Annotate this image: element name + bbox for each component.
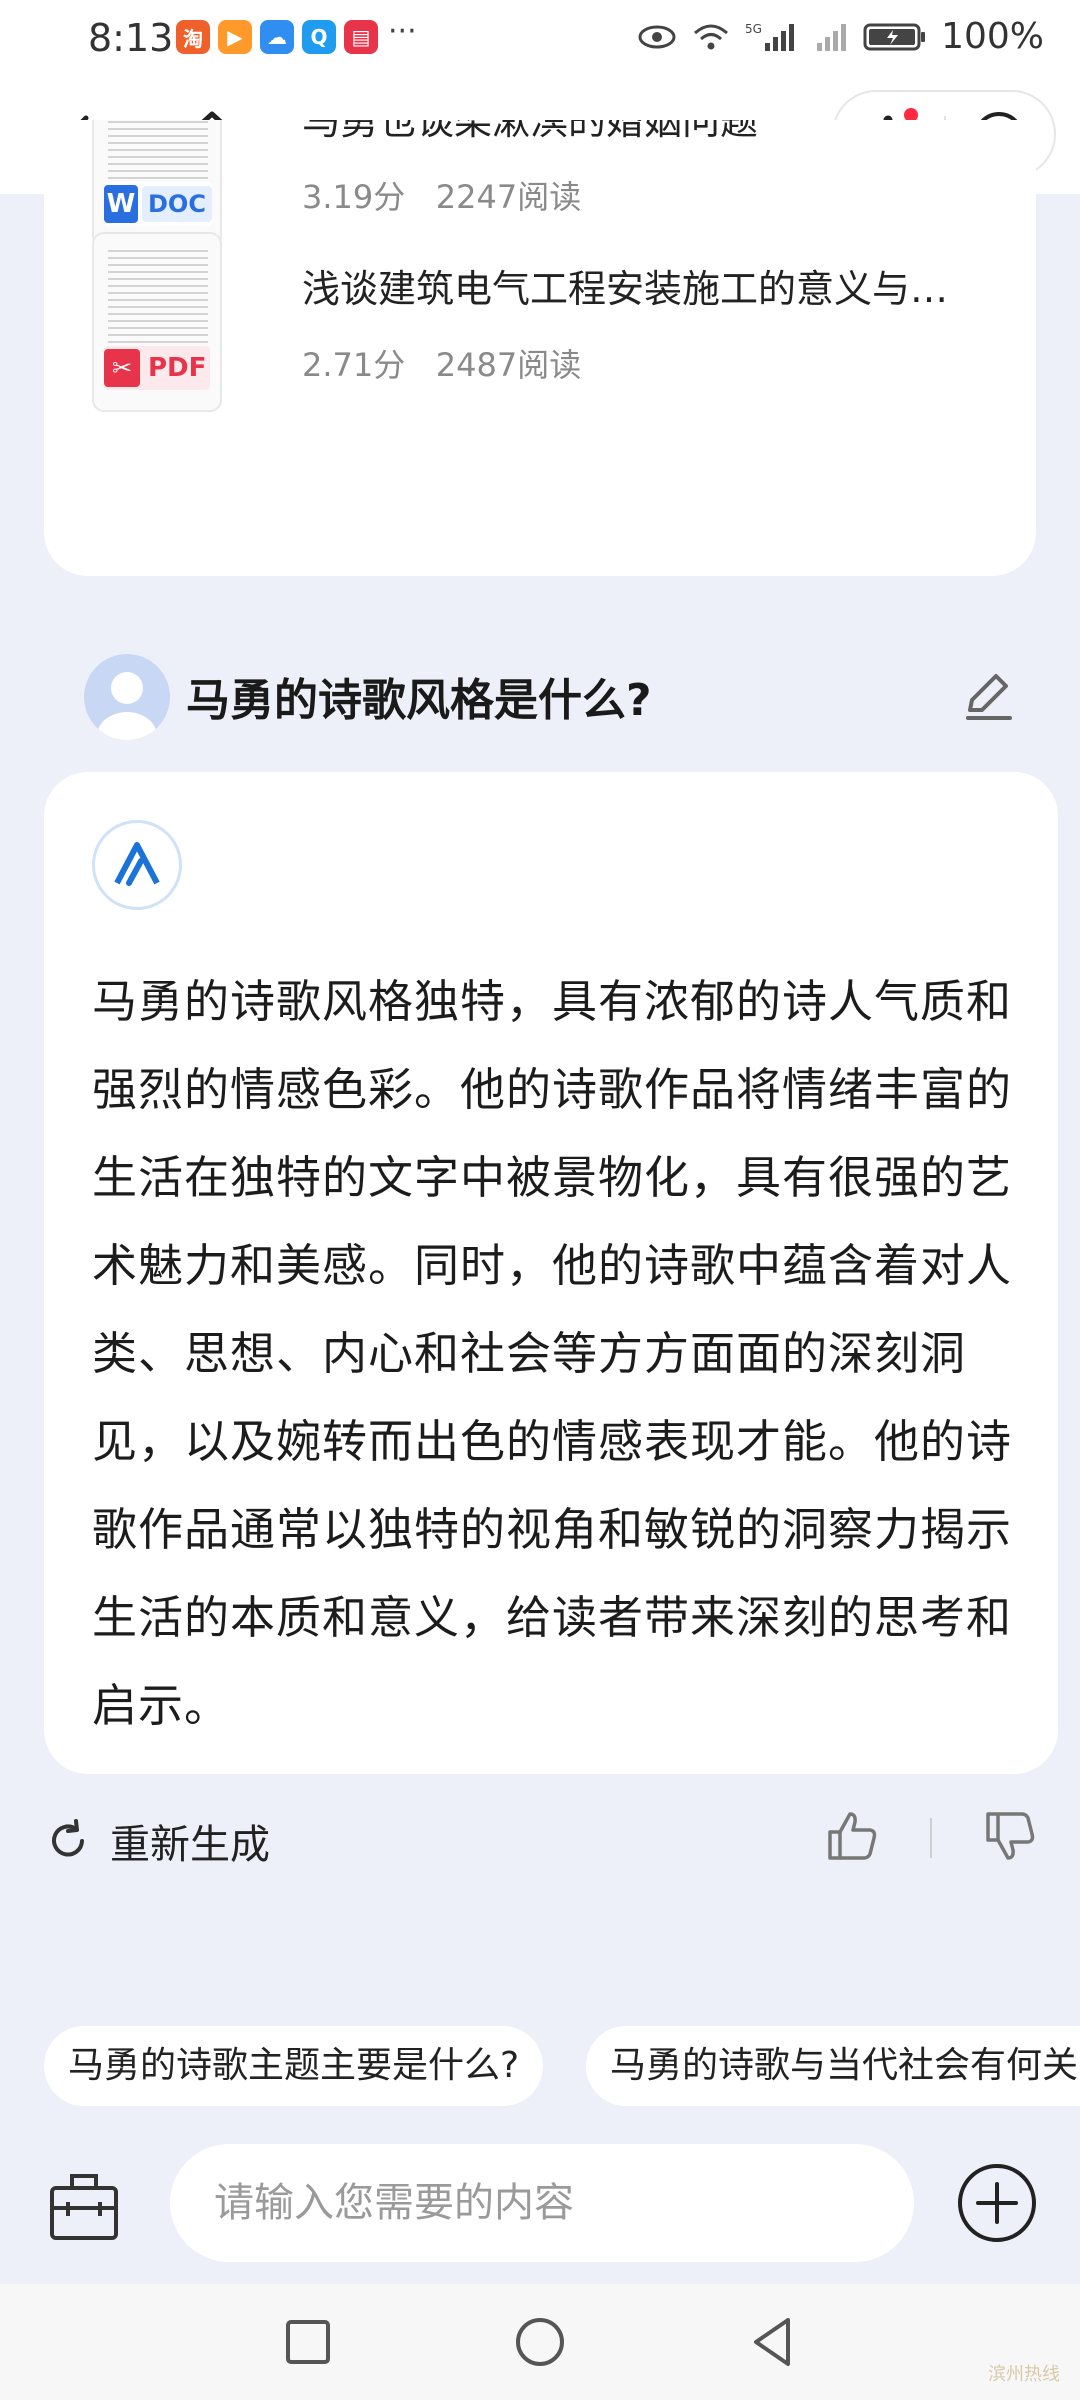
notification-icons: 淘 ▶ ☁ Q ▤ xyxy=(176,20,378,54)
status-time: 8:13 xyxy=(88,16,174,60)
document-score: 3.19分 xyxy=(302,178,406,216)
assistant-logo-icon xyxy=(114,842,160,886)
search-app-icon: Q xyxy=(302,20,336,54)
recent-apps-icon[interactable] xyxy=(280,2314,336,2370)
document-thumbnail: W DOC xyxy=(92,120,222,248)
document-score: 2.71分 xyxy=(302,346,406,384)
regenerate-button[interactable]: 重新生成 xyxy=(46,1812,270,1870)
battery-percentage: 100% xyxy=(941,16,1044,57)
video-app-icon: ▶ xyxy=(218,20,252,54)
edit-question-icon[interactable] xyxy=(958,666,1018,726)
document-meta: 3.19分 2247阅读 xyxy=(302,172,581,218)
weather-app-icon: ☁ xyxy=(260,20,294,54)
regenerate-label: 重新生成 xyxy=(110,1822,270,1868)
thumbs-down-icon[interactable] xyxy=(982,1808,1038,1864)
system-navigation-bar: 滨州热线 xyxy=(0,2284,1080,2400)
user-avatar-icon xyxy=(97,672,157,740)
watermark: 滨州热线 xyxy=(988,2364,1060,2385)
reader-app-icon: ▤ xyxy=(344,20,378,54)
answer-card: 马勇的诗歌风格独特，具有浓郁的诗人气质和强烈的情感色彩。他的诗歌作品将情绪丰富的… xyxy=(44,772,1058,1774)
toolbox-icon[interactable] xyxy=(46,2168,122,2244)
document-thumbnail: ✂ PDF xyxy=(92,232,222,412)
message-input-container xyxy=(170,2144,914,2262)
suggestion-chip[interactable]: 马勇的诗歌主题主要是什么? xyxy=(44,2026,544,2106)
document-reads: 2487阅读 xyxy=(435,346,582,384)
status-bar: 8:13 淘 ▶ ☁ Q ▤ ··· 5G 100% xyxy=(0,0,1080,84)
document-meta: 2.71分 2487阅读 xyxy=(302,340,581,386)
pdf-icon: ✂ PDF xyxy=(104,346,211,390)
signal-no-sim-icon xyxy=(817,23,847,51)
document-title[interactable]: 浅谈建筑电气工程安装施工的意义与… xyxy=(302,258,948,313)
related-documents-card: W DOC 马勇也谈梁漱溟的婚姻问题 3.19分 2247阅读 ✂ PDF 浅谈… xyxy=(44,120,1036,576)
eye-icon xyxy=(638,25,676,48)
document-title[interactable]: 马勇也谈梁漱溟的婚姻问题 xyxy=(302,120,758,145)
document-reads: 2247阅读 xyxy=(435,178,582,216)
word-doc-icon: W DOC xyxy=(104,182,212,226)
app-notification-icon: 淘 xyxy=(176,20,210,54)
more-notifications: ··· xyxy=(388,14,417,49)
message-input[interactable] xyxy=(170,2144,914,2262)
answer-text: 马勇的诗歌风格独特，具有浓郁的诗人气质和强烈的情感色彩。他的诗歌作品将情绪丰富的… xyxy=(92,975,1013,1732)
assistant-logo xyxy=(92,820,182,910)
refresh-icon xyxy=(52,1819,84,1857)
svg-text:5G: 5G xyxy=(745,22,762,36)
document-item[interactable]: W DOC 马勇也谈梁漱溟的婚姻问题 3.19分 2247阅读 xyxy=(92,120,992,248)
add-icon[interactable] xyxy=(956,2162,1038,2244)
user-avatar xyxy=(84,654,170,740)
thumbs-up-icon[interactable] xyxy=(824,1808,880,1864)
battery-icon xyxy=(863,23,926,50)
signal-5g-icon: 5G xyxy=(745,22,795,51)
feedback-divider xyxy=(930,1818,932,1858)
status-indicators: 5G 100% xyxy=(637,16,1044,57)
home-circle-icon[interactable] xyxy=(512,2314,568,2370)
back-triangle-icon[interactable] xyxy=(744,2314,800,2370)
user-question: 马勇的诗歌风格是什么? xyxy=(186,675,652,726)
document-item[interactable]: ✂ PDF 浅谈建筑电气工程安装施工的意义与… 2.71分 2487阅读 xyxy=(92,232,992,412)
suggestion-chip[interactable]: 马勇的诗歌与当代社会有何关 xyxy=(586,2026,1080,2106)
wifi-icon xyxy=(694,24,729,49)
